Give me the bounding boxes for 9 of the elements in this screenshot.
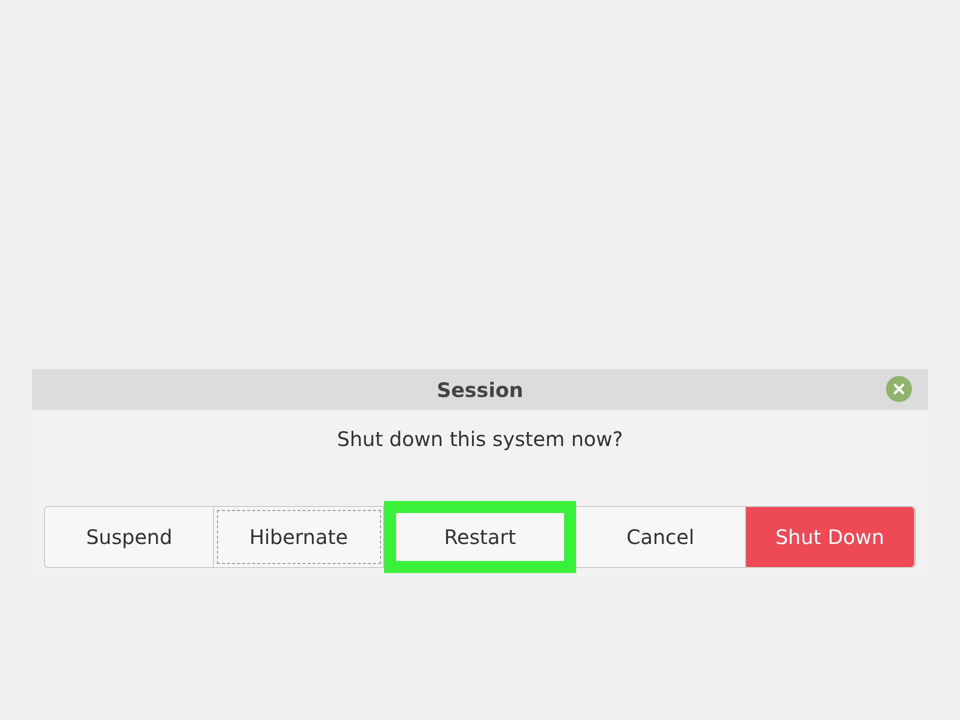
dialog-button[interactable]: Restart <box>384 501 576 573</box>
dialog-message: Shut down this system now? <box>337 426 623 453</box>
dialog-button[interactable]: Hibernate <box>214 507 384 567</box>
close-button[interactable] <box>886 376 912 402</box>
dialog-button[interactable]: Suspend <box>45 507 214 567</box>
dialog-button[interactable]: Cancel <box>576 507 746 567</box>
window-title: Session <box>436 376 524 404</box>
close-icon <box>893 383 905 395</box>
dialog-button[interactable]: Shut Down <box>746 507 916 567</box>
